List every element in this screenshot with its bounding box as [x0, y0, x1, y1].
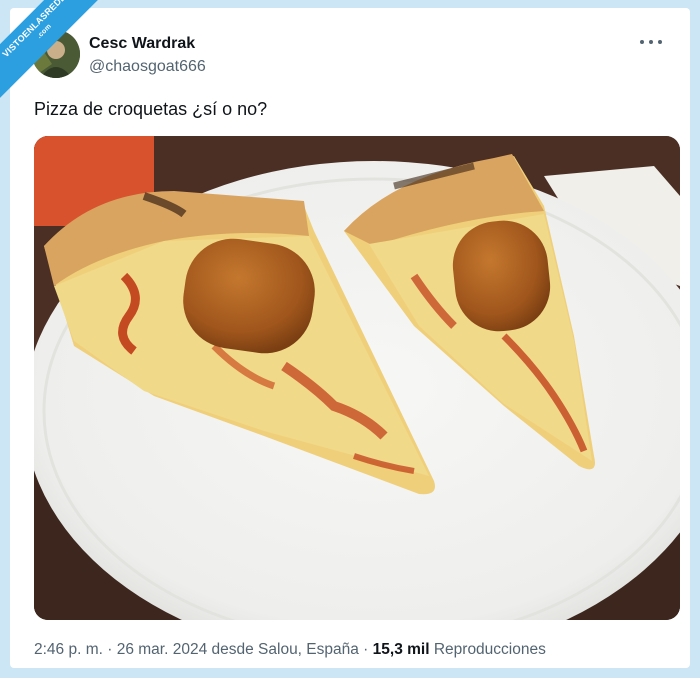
meta-separator: · — [102, 641, 117, 658]
views-count: 15,3 mil — [372, 641, 430, 658]
tweet-time[interactable]: 2:46 p. m. — [34, 641, 103, 658]
tweet-card: Cesc Wardrak @chaosgoat666 Pizza de croq… — [10, 8, 690, 668]
more-horizontal-icon[interactable] — [640, 34, 662, 50]
tweet-date-place[interactable]: 26 mar. 2024 desde Salou, España — [117, 641, 359, 658]
views-label: Reproducciones — [433, 641, 546, 658]
pizza-photo — [34, 136, 680, 620]
tweet-meta: 2:46 p. m. · 26 mar. 2024 desde Salou, E… — [34, 641, 546, 659]
user-handle[interactable]: @chaosgoat666 — [89, 58, 206, 76]
tweet-text: Pizza de croquetas ¿sí o no? — [34, 99, 268, 119]
meta-separator-2: · — [358, 641, 373, 658]
tweet-media-image[interactable] — [34, 136, 680, 620]
user-name[interactable]: Cesc Wardrak — [89, 35, 195, 53]
